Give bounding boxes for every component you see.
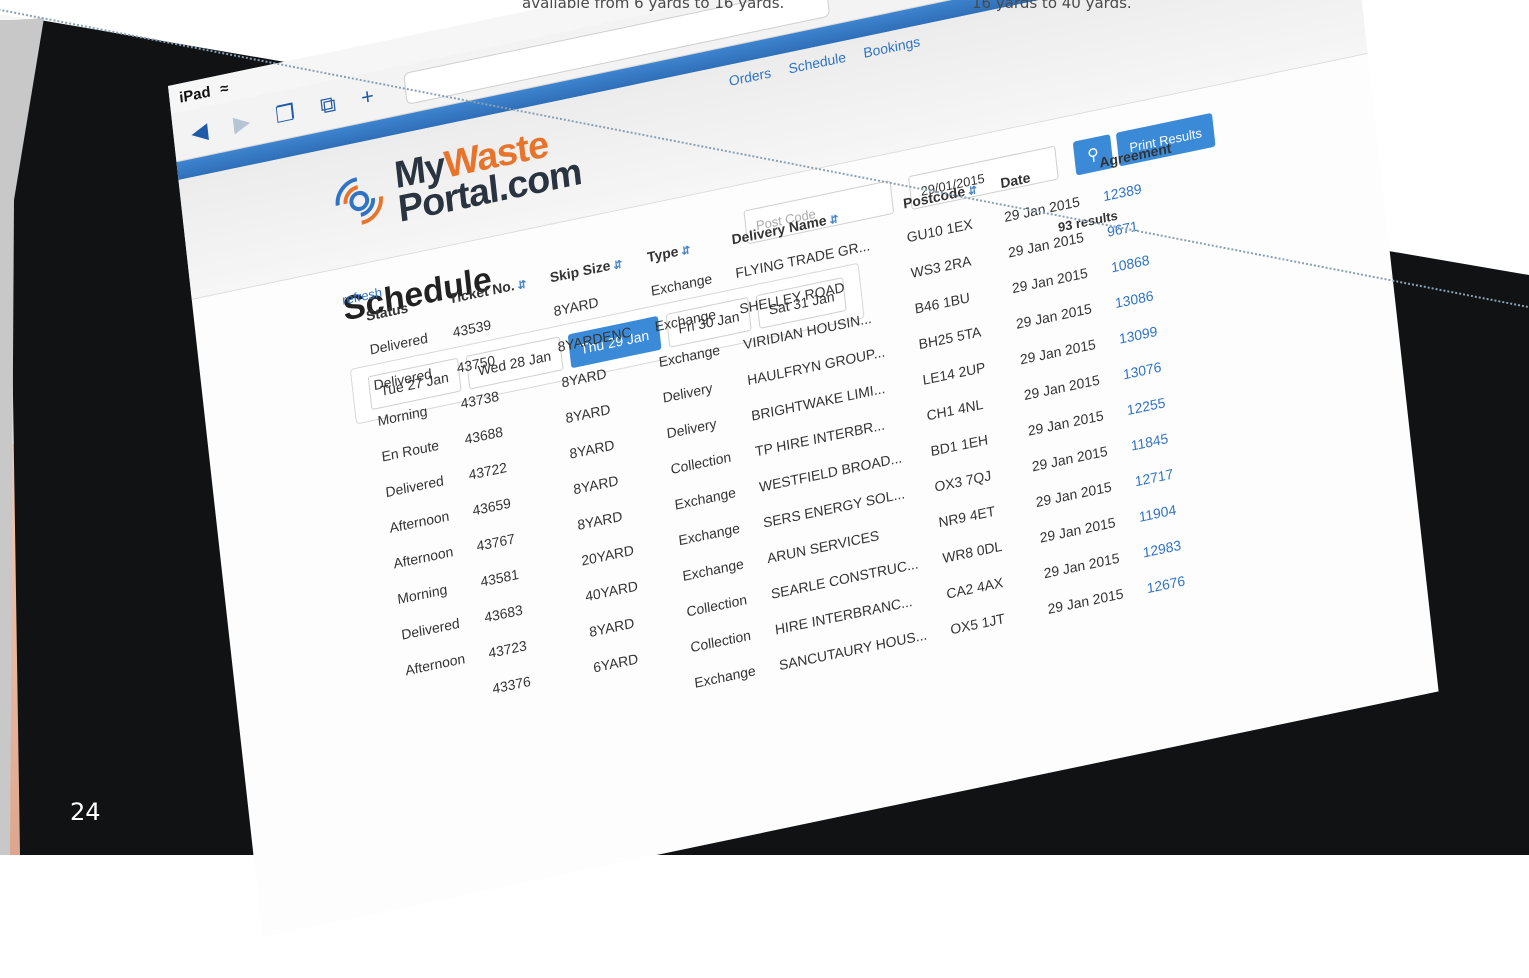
forward-icon[interactable]: ▶ <box>232 109 251 138</box>
add-tab-icon[interactable]: + <box>360 83 375 111</box>
tablet: iPad ≈ ◀ ▶ ❐ ⧉ + MyWaste Portal.com Orde… <box>0 0 1529 938</box>
sort-icon[interactable]: ⇵ <box>678 244 691 258</box>
nav-bookings[interactable]: Bookings <box>863 33 921 61</box>
nav-orders[interactable]: Orders <box>728 64 772 89</box>
logo-mark-icon <box>335 177 383 225</box>
logo-text: MyWaste Portal.com <box>392 123 584 231</box>
wifi-icon: ≈ <box>219 79 230 99</box>
sort-icon[interactable]: ⇵ <box>826 213 839 227</box>
tabs-icon[interactable]: ❐ <box>274 99 296 129</box>
sort-icon[interactable]: ⇵ <box>514 279 527 293</box>
sort-icon[interactable]: ⇵ <box>610 259 623 273</box>
caption-left: available from 6 yards to 16 yards. <box>522 0 785 12</box>
caption-right: 16 yards to 40 yards. <box>972 0 1132 12</box>
nav-schedule[interactable]: Schedule <box>788 49 847 77</box>
bookmarks-icon[interactable]: ⧉ <box>319 91 337 120</box>
page-number: 24 <box>70 798 101 826</box>
back-icon[interactable]: ◀ <box>190 117 209 146</box>
